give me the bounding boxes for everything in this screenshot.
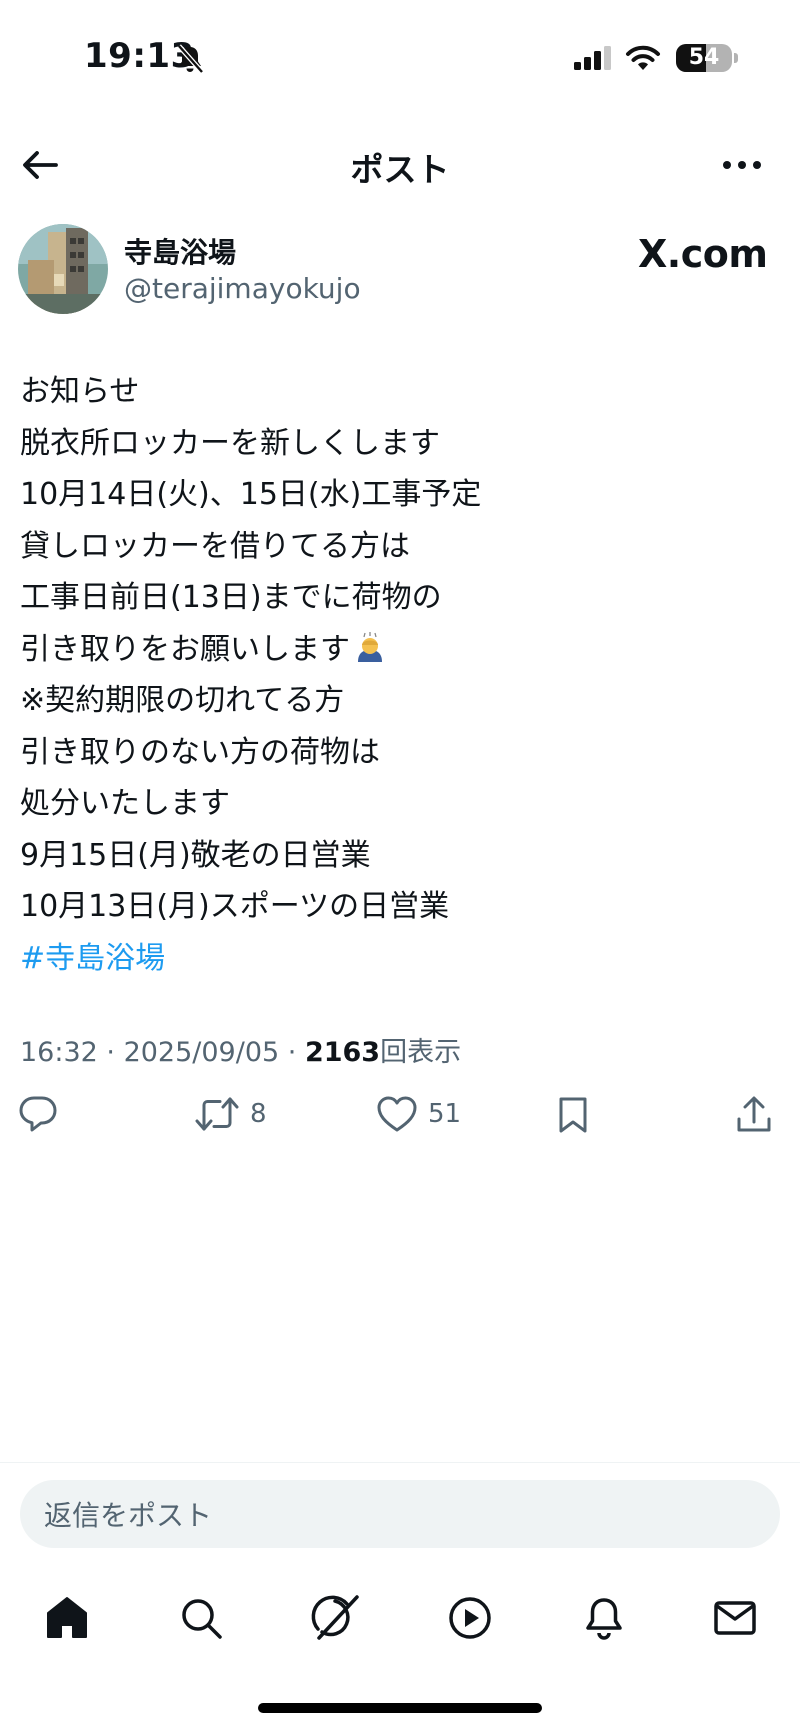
- nav-home[interactable]: [39, 1590, 95, 1646]
- meta-separator: ·: [97, 1037, 124, 1068]
- retweet-button[interactable]: 8: [194, 1095, 267, 1133]
- like-icon: [377, 1096, 417, 1132]
- page-title: ポスト: [350, 150, 450, 189]
- notifications-icon: [586, 1598, 622, 1640]
- home-icon: [47, 1597, 87, 1638]
- post-date: 2025/09/05: [123, 1037, 280, 1068]
- nav-notifications[interactable]: [576, 1590, 632, 1646]
- xcom-watermark: X.com: [638, 232, 768, 276]
- bowing-emoji-icon: [358, 631, 382, 662]
- signal-icon: [574, 46, 611, 70]
- divider: [0, 1462, 800, 1463]
- share-button[interactable]: [736, 1095, 772, 1135]
- author-display-name[interactable]: 寺島浴場: [124, 231, 236, 271]
- post-line: 引き取りをお願いします: [20, 631, 350, 667]
- post-time: 16:32: [20, 1037, 98, 1068]
- post-line: 10月14日(火)、15日(水)工事予定: [20, 477, 482, 512]
- hashtag-link[interactable]: #寺島浴場: [20, 933, 780, 985]
- bookmark-icon: [559, 1097, 587, 1133]
- post-line-with-emoji: 引き取りをお願いします: [20, 624, 780, 676]
- avatar[interactable]: [18, 224, 108, 314]
- post-line: お知らせ: [20, 374, 140, 409]
- meta-separator: ·: [279, 1037, 305, 1068]
- retweet-icon: [195, 1097, 239, 1131]
- nav-messages[interactable]: [707, 1590, 763, 1646]
- search-icon: [182, 1599, 222, 1639]
- post-line: 脱衣所ロッカーを新しくします: [20, 425, 440, 461]
- nav-grok[interactable]: [307, 1590, 363, 1646]
- post-line: 工事日前日(13日)までに荷物の: [20, 580, 442, 615]
- like-count: 51: [428, 1099, 462, 1129]
- bookmark-button[interactable]: [556, 1095, 590, 1135]
- post-line: 9月15日(月)敬老の日営業: [20, 837, 371, 873]
- post-line: 貸しロッカーを借りてる方は: [20, 528, 410, 564]
- home-indicator[interactable]: [258, 1703, 542, 1713]
- post-line: ※契約期限の切れてる方: [20, 683, 345, 718]
- reply-button[interactable]: [18, 1095, 58, 1133]
- more-icon[interactable]: [722, 160, 762, 170]
- post-meta: 16:32 · 2025/09/05 · 2163回表示: [20, 1030, 461, 1069]
- video-icon: [449, 1597, 491, 1639]
- views-label[interactable]: 回表示: [380, 1037, 461, 1068]
- view-count[interactable]: 2163: [305, 1037, 380, 1068]
- nav-search[interactable]: [173, 1590, 229, 1646]
- wifi-icon: [626, 45, 660, 70]
- grok-icon: [311, 1595, 359, 1640]
- nav-video[interactable]: [442, 1590, 498, 1646]
- retweet-count: 8: [250, 1099, 267, 1129]
- post-line: 10月13日(月)スポーツの日営業: [20, 889, 450, 924]
- battery-icon: 54: [676, 44, 732, 72]
- post-line: 引き取りのない方の荷物は: [20, 734, 380, 770]
- post-line: 処分いたします: [20, 786, 230, 821]
- author-handle[interactable]: @terajimayokujo: [124, 272, 361, 305]
- reply-input[interactable]: 返信をポスト: [20, 1480, 780, 1548]
- bell-slash-icon: [177, 44, 204, 74]
- reply-icon: [19, 1096, 57, 1132]
- share-icon: [737, 1096, 771, 1132]
- battery-tip: [734, 53, 738, 63]
- post-text: お知らせ 脱衣所ロッカーを新しくします 10月14日(火)、15日(水)工事予定…: [20, 366, 780, 984]
- battery-percent: 54: [688, 45, 720, 70]
- like-button[interactable]: 51: [376, 1095, 461, 1133]
- messages-icon: [714, 1601, 756, 1635]
